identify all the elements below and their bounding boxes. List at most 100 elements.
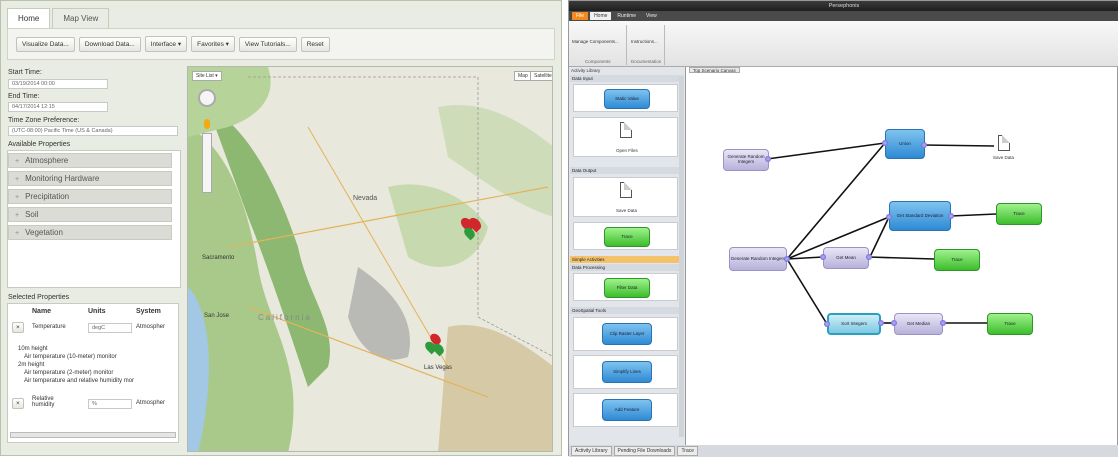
instructions-button[interactable]: Instructions... [631, 39, 658, 44]
row-name: Relative humidity [32, 396, 55, 408]
selected-properties-table: Name Units System × Temperature degC Atm… [7, 303, 179, 443]
units-select[interactable]: degC [88, 323, 132, 333]
interface-menu-button[interactable]: Interface ▾ [144, 36, 188, 52]
end-time-input[interactable]: 04/17/2014 12:15 [8, 102, 108, 112]
start-time-input[interactable]: 03/19/2014 00:00 [8, 79, 108, 89]
tab-activity-library[interactable]: Activity Library [571, 446, 612, 456]
workflow-canvas[interactable]: Generate Random Integers Union Save Data… [689, 73, 1117, 445]
file-icon [620, 122, 632, 138]
tab-home[interactable]: Home [7, 8, 51, 28]
node-get-mean[interactable]: Get Mean [823, 247, 869, 269]
ribbon-group-label: Components [585, 59, 611, 64]
visualize-data-button[interactable]: Visualize Data... [16, 36, 75, 52]
library-item-label: Add Feature [602, 399, 652, 421]
library-item-trace[interactable]: Trace [573, 222, 678, 250]
monitor-checkbox-item[interactable]: Air temperature and relative humidity mo… [24, 378, 134, 384]
property-atmosphere[interactable]: + Atmosphere [8, 153, 172, 168]
remove-row-button[interactable]: × [12, 322, 24, 333]
input-port-icon[interactable] [820, 254, 826, 260]
library-item-clip-raster-layer[interactable]: Clip Raster Layer [573, 317, 678, 351]
pan-control[interactable] [198, 89, 216, 107]
horizontal-scrollbar[interactable] [10, 432, 176, 438]
expand-icon: + [15, 194, 20, 201]
section-header-data-input[interactable]: Data Input [570, 75, 684, 82]
property-precipitation[interactable]: + Precipitation [8, 189, 172, 204]
output-port-icon[interactable] [784, 256, 790, 262]
site-list-dropdown[interactable]: Site List ▾ [192, 71, 222, 81]
ribbon-tab-home[interactable]: Home [590, 12, 612, 20]
ribbon-group-label: Documentation [631, 59, 662, 64]
node-get-median[interactable]: Get Median [894, 313, 943, 335]
tab-trace[interactable]: Trace [677, 446, 699, 456]
section-header-data-processing[interactable]: Data Processing [570, 264, 684, 271]
view-tutorials-button[interactable]: View Tutorials... [238, 36, 297, 52]
expand-icon: + [15, 176, 20, 183]
node-trace[interactable]: Trace [934, 249, 980, 271]
monitor-checkbox-item[interactable]: Air temperature (2-meter) monitor [24, 370, 113, 376]
map-view[interactable]: Site List ▾ Map Satellite Nevada Sacrame… [187, 66, 553, 452]
expand-icon: + [15, 230, 20, 237]
node-union[interactable]: Union [885, 129, 925, 159]
map-label-san-jose: San Jose [204, 313, 230, 319]
section-header-data-output[interactable]: Data Output [570, 167, 684, 174]
section-header-simple-activities[interactable]: Simple Activities [570, 256, 684, 263]
library-item-open-files[interactable]: Open Files [573, 117, 678, 157]
height-group-label: 2m height [18, 362, 45, 368]
output-port-icon[interactable] [940, 320, 946, 326]
node-get-standard-deviation[interactable]: Get Standard Deviation [889, 201, 951, 231]
manage-components-button[interactable]: Manage Components... [572, 39, 619, 44]
column-header-system: System [136, 308, 161, 315]
activity-library-panel: Activity Library Data Input Static Value… [569, 67, 686, 445]
library-item-simplify-lines[interactable]: Simplify Lines [573, 355, 678, 389]
property-monitoring-hardware[interactable]: + Monitoring Hardware [8, 171, 172, 186]
favorites-menu-button[interactable]: Favorites ▾ [191, 36, 235, 52]
property-soil[interactable]: + Soil [8, 207, 172, 222]
right-app-window: Persephonis File Home Runtime View Manag… [568, 0, 1118, 457]
bottom-tabs: Activity Library Pending File Downloads … [569, 445, 1118, 457]
tab-pending-file-downloads[interactable]: Pending File Downloads [613, 446, 676, 456]
ribbon-tab-runtime[interactable]: Runtime [613, 12, 640, 20]
reset-button[interactable]: Reset [300, 36, 330, 52]
property-vegetation[interactable]: + Vegetation [8, 225, 172, 240]
tab-map-view[interactable]: Map View [52, 8, 110, 28]
library-item-static-value[interactable]: Static Value [573, 84, 678, 112]
monitor-checkbox-item[interactable]: Air temperature (10-meter) monitor [24, 354, 117, 360]
pegman-icon[interactable] [204, 119, 210, 129]
zoom-slider[interactable] [202, 133, 212, 193]
library-item-label: Save Data [616, 208, 638, 213]
output-port-icon[interactable] [866, 254, 872, 260]
input-port-icon[interactable] [886, 214, 892, 220]
property-label: Atmosphere [25, 156, 69, 165]
timezone-select[interactable]: (UTC-08:00) Pacific Time (US & Canada) [8, 126, 178, 136]
ribbon-divider [626, 25, 627, 65]
property-label: Precipitation [25, 192, 70, 201]
library-item-save-data[interactable]: Save Data [573, 177, 678, 217]
remove-row-button[interactable]: × [12, 398, 24, 409]
node-save-data[interactable]: Save Data [993, 155, 1014, 160]
output-port-icon[interactable] [948, 213, 954, 219]
satellite-type-button[interactable]: Satellite [530, 71, 552, 81]
node-trace[interactable]: Trace [996, 203, 1042, 225]
output-port-icon[interactable] [878, 320, 884, 326]
output-port-icon[interactable] [921, 142, 927, 148]
units-select[interactable]: % [88, 399, 132, 409]
node-generate-random-integers[interactable]: Generate Random Integers [729, 247, 787, 271]
library-item-add-feature[interactable]: Add Feature [573, 393, 678, 427]
input-port-icon[interactable] [824, 321, 830, 327]
vertical-scrollbar[interactable] [679, 77, 684, 437]
ribbon-tab-file[interactable]: File [572, 12, 589, 20]
library-item-label: Static Value [604, 89, 650, 109]
library-item-filter-data[interactable]: Filter Data [573, 273, 678, 301]
node-trace[interactable]: Trace [987, 313, 1033, 335]
input-port-icon[interactable] [891, 320, 897, 326]
map-label-nevada: Nevada [353, 195, 378, 202]
ribbon-tab-view[interactable]: View [642, 12, 661, 20]
node-sort-integers[interactable]: Sort Integers [827, 313, 881, 335]
expand-icon: + [15, 212, 20, 219]
column-header-name: Name [32, 308, 52, 315]
download-data-button[interactable]: Download Data... [78, 36, 141, 52]
node-generate-random-integers[interactable]: Generate Random Integers [723, 149, 769, 171]
input-port-icon[interactable] [882, 140, 888, 146]
section-header-geospatial-tools[interactable]: GeoSpatial Tools [570, 307, 684, 314]
output-port-icon[interactable] [765, 156, 771, 162]
